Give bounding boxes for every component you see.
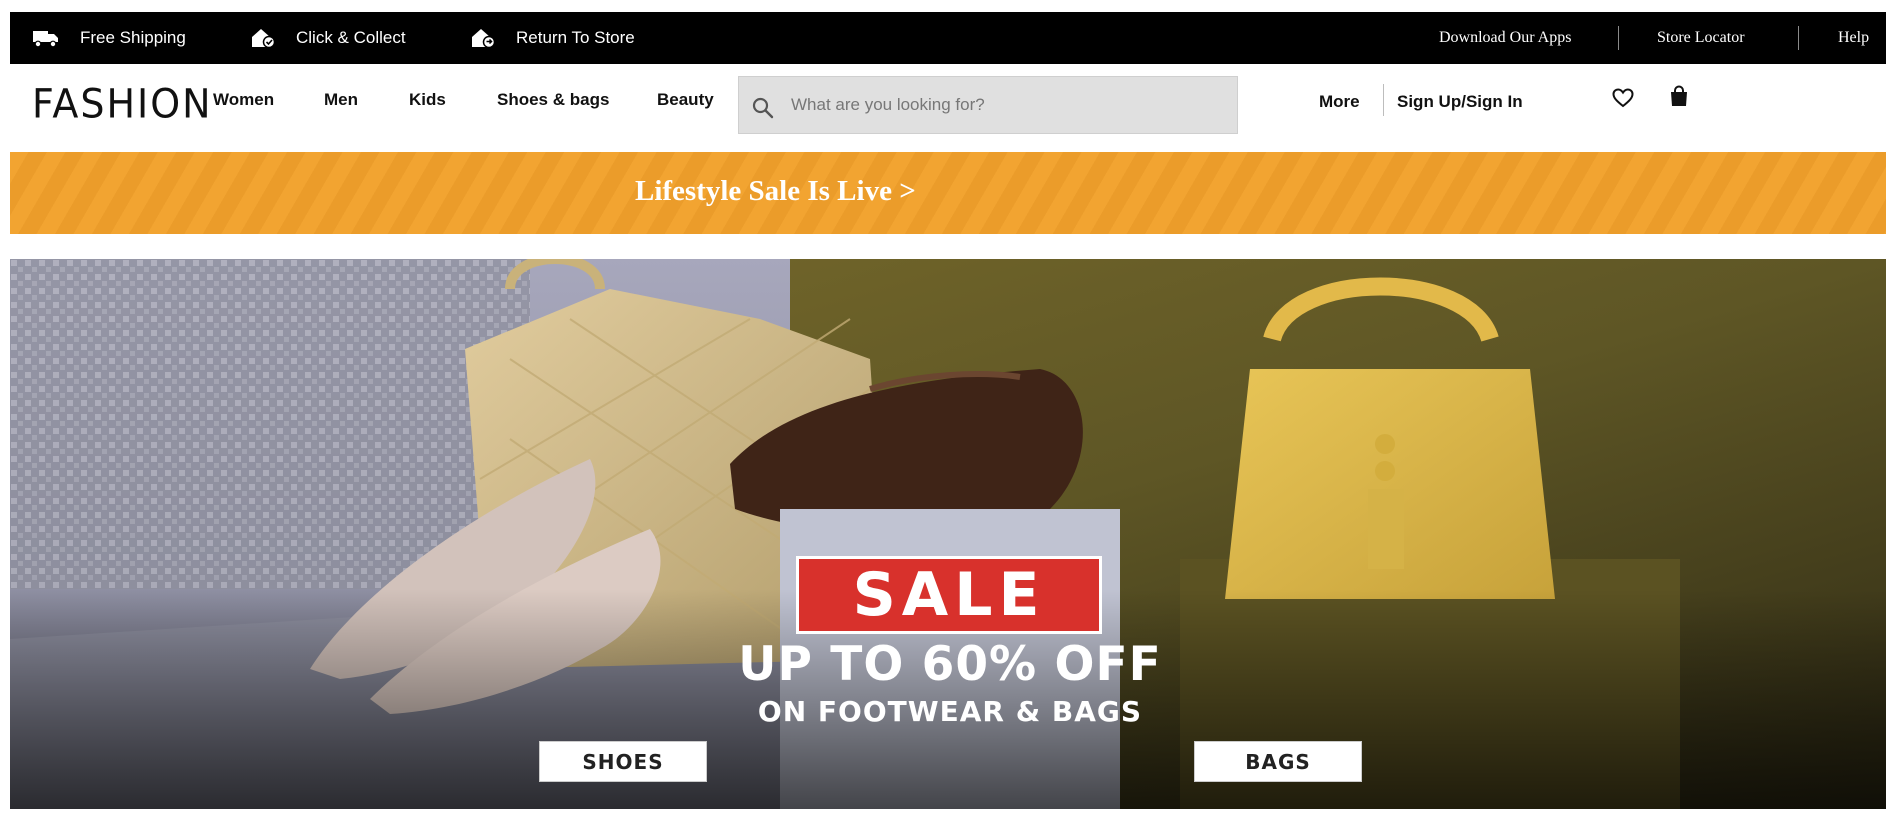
heart-icon[interactable] <box>1612 88 1634 108</box>
hero-headline: UP TO 60% OFF <box>738 637 1162 692</box>
header-divider <box>1383 84 1384 116</box>
search-bar[interactable] <box>738 76 1238 134</box>
return-store-label: Return To Store <box>516 28 635 47</box>
search-input[interactable] <box>791 77 1231 133</box>
search-icon[interactable] <box>751 96 775 120</box>
utility-bar: Free Shipping Click & Collect Return To … <box>10 12 1886 64</box>
truck-icon <box>33 31 58 48</box>
free-shipping-label: Free Shipping <box>80 28 186 47</box>
free-shipping-item[interactable]: Free Shipping <box>32 12 186 64</box>
bags-button[interactable]: BAGS <box>1194 741 1362 782</box>
nav-shoes-bags[interactable]: Shoes & bags <box>497 90 609 110</box>
utility-divider <box>1618 26 1619 50</box>
nav-men[interactable]: Men <box>324 90 358 110</box>
return-store-item[interactable]: Return To Store <box>470 12 635 64</box>
home-return-icon <box>472 29 496 49</box>
click-collect-item[interactable]: Click & Collect <box>250 12 406 64</box>
promo-text: Lifestyle Sale Is Live > <box>635 175 916 207</box>
nav-kids[interactable]: Kids <box>409 90 446 110</box>
home-check-icon <box>252 29 276 49</box>
store-locator-link[interactable]: Store Locator <box>1657 12 1745 64</box>
main-header: FASHION Women Men Kids Shoes & bags Beau… <box>10 64 1886 152</box>
help-link[interactable]: Help <box>1838 12 1869 64</box>
download-apps-link[interactable]: Download Our Apps <box>1439 12 1571 64</box>
nav-women[interactable]: Women <box>213 90 274 110</box>
nav-beauty[interactable]: Beauty <box>657 90 714 110</box>
promo-banner[interactable]: Lifestyle Sale Is Live > <box>10 152 1886 234</box>
site-logo[interactable]: FASHION <box>32 81 213 127</box>
top-border <box>0 0 1886 4</box>
hero-banner[interactable]: SALE UP TO 60% OFF ON FOOTWEAR & BAGS SH… <box>10 259 1886 809</box>
utility-divider <box>1798 26 1799 50</box>
click-collect-label: Click & Collect <box>296 28 406 47</box>
shoes-button[interactable]: SHOES <box>539 741 707 782</box>
shopping-bag-icon[interactable] <box>1669 85 1689 107</box>
more-link[interactable]: More <box>1319 92 1360 112</box>
sale-badge: SALE <box>796 556 1102 634</box>
sign-in-link[interactable]: Sign Up/Sign In <box>1397 92 1523 112</box>
sale-badge-text: SALE <box>852 560 1046 630</box>
hero-subheadline: ON FOOTWEAR & BAGS <box>757 695 1143 728</box>
